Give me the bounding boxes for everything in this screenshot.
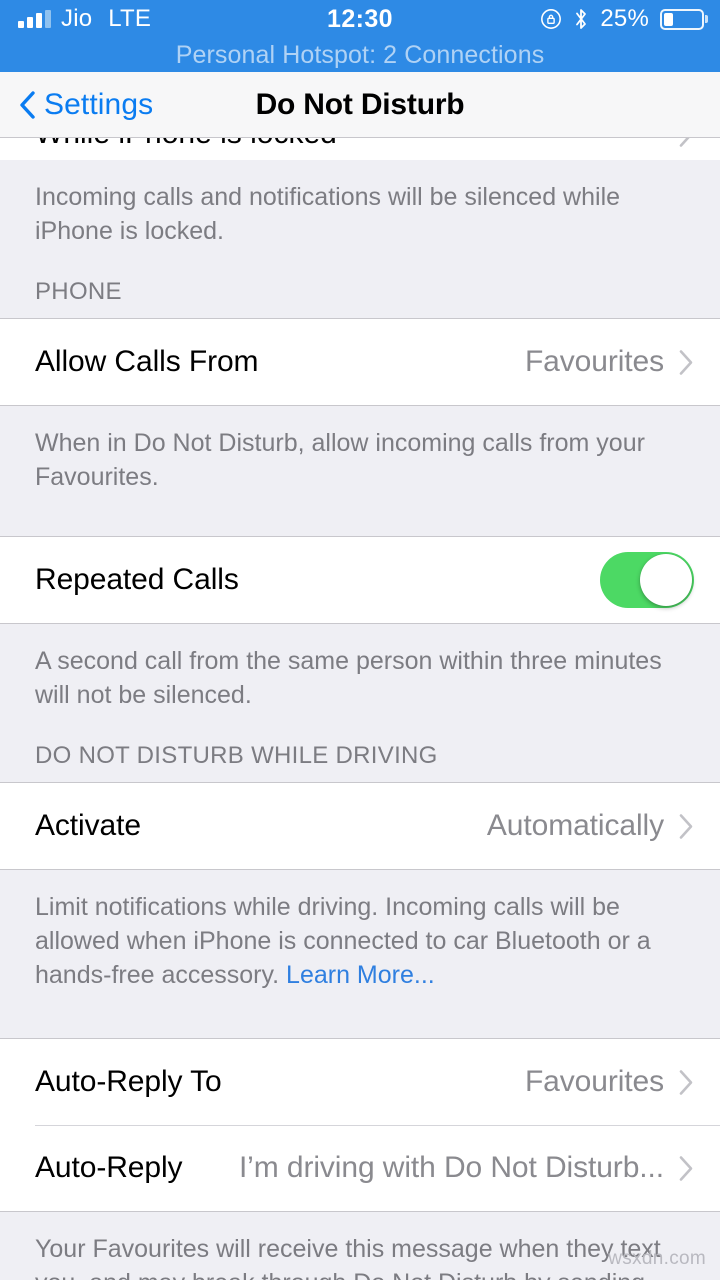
allow-calls-footnote: When in Do Not Disturb, allow incoming c… (35, 429, 645, 491)
rotation-lock-icon (540, 8, 562, 30)
row-auto-reply-value: I’m driving with Do Not Disturb... (238, 1151, 664, 1184)
row-activate[interactable]: Activate Automatically (0, 783, 720, 869)
allow-calls-footnote-group: When in Do Not Disturb, allow incoming c… (0, 406, 720, 536)
driving-footnote: Limit notifications while driving. Incom… (0, 870, 720, 992)
row-repeated-calls-label: Repeated Calls (35, 563, 239, 596)
row-auto-reply-to-label: Auto-Reply To (35, 1065, 222, 1098)
chevron-right-icon (678, 813, 694, 840)
chevron-right-icon (678, 1069, 694, 1096)
phone-cell-group: Allow Calls From Favourites (0, 318, 720, 406)
status-bar-row: Jio LTE 12:30 25% (0, 0, 720, 38)
row-activate-label: Activate (35, 809, 141, 842)
status-bar: Jio LTE 12:30 25% Personal Hotspot: 2 Co… (0, 0, 720, 72)
row-allow-calls-from[interactable]: Allow Calls From Favourites (0, 319, 720, 405)
row-while-iphone-is-locked[interactable]: While iPhone is locked (0, 138, 720, 160)
row-auto-reply-to-value: Favourites (524, 1065, 664, 1098)
row-auto-reply-to-right: Favourites (525, 1065, 694, 1099)
driving-activate-cell-group: Activate Automatically (0, 782, 720, 870)
silence-footnote: Incoming calls and notifications will be… (35, 183, 621, 245)
silence-footnote-group: Incoming calls and notifications will be… (0, 160, 720, 318)
row-auto-reply[interactable]: Auto-Reply I’m driving with Do Not Distu… (0, 1125, 720, 1211)
chevron-right-icon (678, 1155, 694, 1182)
row-activate-right: Automatically (487, 809, 694, 843)
toggle-knob (640, 554, 692, 606)
driving-footnote-group: Limit notifications while driving. Incom… (0, 870, 720, 1038)
repeated-calls-toggle[interactable] (600, 552, 694, 608)
section-header-driving: DO NOT DISTURB WHILE DRIVING (35, 742, 438, 769)
row-allow-calls-from-label: Allow Calls From (35, 345, 259, 378)
personal-hotspot-banner[interactable]: Personal Hotspot: 2 Connections (0, 38, 720, 72)
row-allow-calls-from-value: Favourites (524, 345, 664, 378)
row-repeated-calls[interactable]: Repeated Calls (0, 537, 720, 623)
iphone-screen: Jio LTE 12:30 25% Personal Hotspot: 2 Co… (0, 0, 720, 1280)
chevron-right-icon (678, 349, 694, 376)
chevron-right-icon (678, 138, 694, 148)
row-auto-reply-to[interactable]: Auto-Reply To Favourites (0, 1039, 720, 1125)
status-bar-right: 25% (540, 0, 704, 38)
auto-reply-cell-group: Auto-Reply To Favourites Auto-Reply I’m … (0, 1038, 720, 1212)
watermark: wsxdn.com (608, 1248, 706, 1269)
bluetooth-icon (573, 7, 589, 31)
row-auto-reply-right: I’m driving with Do Not Disturb... (239, 1151, 694, 1185)
row-activate-value: Automatically (486, 809, 664, 842)
repeated-calls-footnote-group: A second call from the same person withi… (0, 624, 720, 782)
settings-scroll-view[interactable]: While iPhone is locked Incoming calls an… (0, 138, 720, 1280)
page-title: Do Not Disturb (255, 88, 465, 121)
section-header-phone: PHONE (35, 278, 122, 305)
repeated-calls-cell-group: Repeated Calls (0, 536, 720, 624)
battery-icon (660, 8, 704, 30)
row-auto-reply-label: Auto-Reply (35, 1151, 183, 1184)
row-while-iphone-is-locked-label: While iPhone is locked (35, 138, 337, 151)
repeated-calls-footnote: A second call from the same person withi… (35, 647, 662, 709)
navigation-bar: Settings Do Not Disturb (0, 72, 720, 138)
row-allow-calls-from-right: Favourites (525, 345, 694, 379)
battery-percent-label: 25% (600, 5, 649, 32)
learn-more-link[interactable]: Learn More... (286, 961, 435, 989)
